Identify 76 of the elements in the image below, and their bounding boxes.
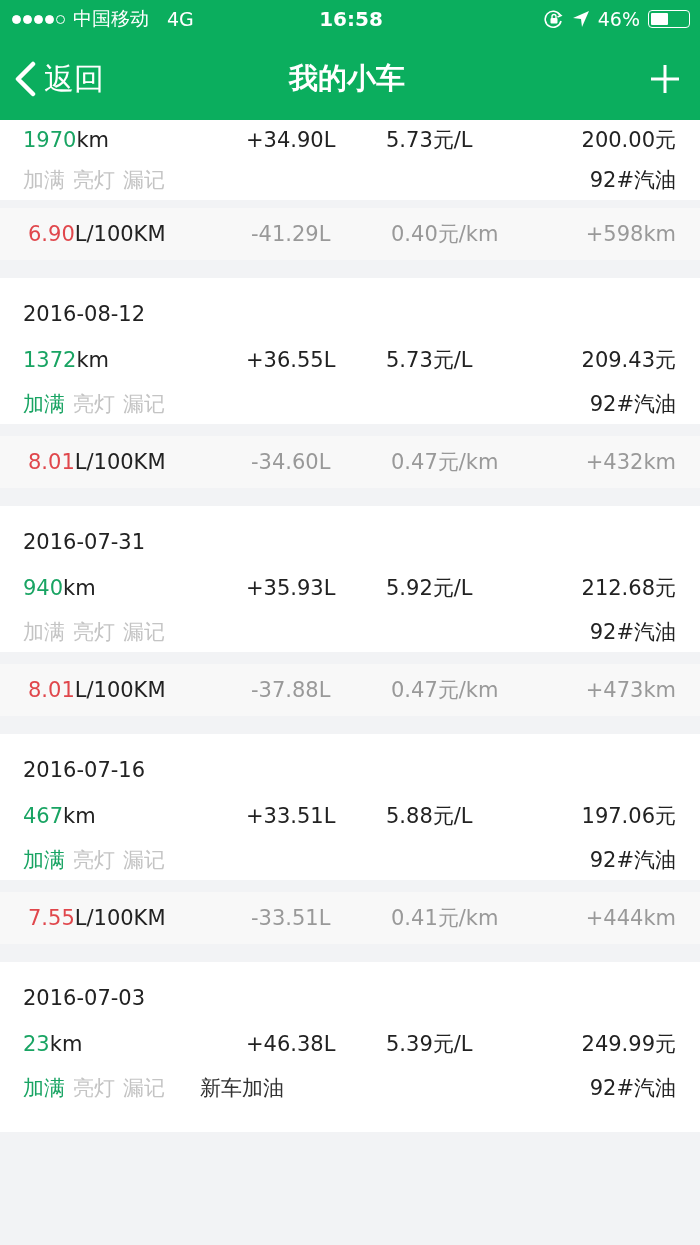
unit-price: 5.92元/L <box>386 575 474 602</box>
fuel-type: 92#汽油 <box>589 1075 676 1102</box>
plus-icon <box>650 64 680 94</box>
fuel-type: 92#汽油 <box>589 391 676 418</box>
distance-text: +598km <box>585 222 676 246</box>
record-date: 2016-07-31 <box>23 529 147 556</box>
record-tag: 加满 <box>23 1074 65 1102</box>
record-card[interactable]: 2016-08-12 1372km +36.55L 5.73元/L 209.43元 加满 亮灯 漏记 92#汽油 <box>0 278 700 424</box>
consumption-text: 7.55L/100KM <box>28 906 167 930</box>
consumption-text: 6.90L/100KM <box>28 222 167 246</box>
record-tag: 漏记 <box>123 390 165 418</box>
cost-per-km: 0.41元/km <box>391 905 500 932</box>
battery-icon <box>648 10 690 28</box>
consumption-text: 8.01L/100KM <box>28 450 167 474</box>
consumption-text: 8.01L/100KM <box>28 678 167 702</box>
record-note: 新车加油 <box>200 1075 284 1102</box>
fuel-amount: 212.68元 <box>581 575 676 602</box>
network-type: 4G <box>167 8 194 30</box>
cost-per-km: 0.47元/km <box>391 449 500 476</box>
fuel-amount: 209.43元 <box>581 347 676 374</box>
volume-difference: -41.29L <box>251 222 332 246</box>
record-tag: 加满 <box>23 390 65 418</box>
record-tag: 亮灯 <box>73 166 115 194</box>
volume-difference: -33.51L <box>251 906 332 930</box>
fuel-volume: +34.90L <box>246 128 337 152</box>
distance-text: +444km <box>585 906 676 930</box>
unit-price: 5.73元/L <box>386 127 474 154</box>
record-tag: 漏记 <box>123 618 165 646</box>
fuel-volume: +33.51L <box>246 804 337 828</box>
record-date: 2016-07-16 <box>23 757 147 784</box>
record-card[interactable]: 2016-07-03 23km +46.38L 5.39元/L 249.99元 加满 亮灯 漏记 新车加油 92#汽油 <box>0 962 700 1132</box>
fuel-amount: 249.99元 <box>581 1031 676 1058</box>
record-tag: 亮灯 <box>73 846 115 874</box>
cost-per-km: 0.40元/km <box>391 221 500 248</box>
record-tag: 加满 <box>23 618 65 646</box>
fuel-amount: 197.06元 <box>581 803 676 830</box>
fuel-type: 92#汽油 <box>589 847 676 874</box>
unit-price: 5.73元/L <box>386 347 474 374</box>
record-tag: 漏记 <box>123 1074 165 1102</box>
page-title: 我的小车 <box>289 60 405 97</box>
distance-text: +473km <box>585 678 676 702</box>
record-tag: 亮灯 <box>73 618 115 646</box>
fuel-volume: +35.93L <box>246 576 337 600</box>
fuel-amount: 200.00元 <box>581 127 676 154</box>
record-tag: 亮灯 <box>73 390 115 418</box>
record-date: 2016-08-12 <box>23 301 147 328</box>
record-card[interactable]: 2016-07-31 940km +35.93L 5.92元/L 212.68元 加满 亮灯 漏记 92#汽油 <box>0 506 700 652</box>
record-date: 2016-07-03 <box>23 985 147 1012</box>
mileage-text: 940km <box>23 576 97 600</box>
volume-difference: -34.60L <box>251 450 332 474</box>
location-arrow-icon <box>571 10 590 28</box>
battery-percent: 46% <box>597 8 640 30</box>
unit-price: 5.88元/L <box>386 803 474 830</box>
record-card[interactable]: 1970km +34.90L 5.73元/L 200.00元 加满 亮灯 漏记 92#汽油 <box>0 120 700 200</box>
fuel-volume: +46.38L <box>246 1032 337 1056</box>
record-tag: 漏记 <box>123 166 165 194</box>
chevron-left-icon <box>14 61 36 97</box>
record-tag: 加满 <box>23 846 65 874</box>
fuel-volume: +36.55L <box>246 348 337 372</box>
mileage-text: 467km <box>23 804 97 828</box>
mileage-text: 1372km <box>23 348 111 372</box>
unit-price: 5.39元/L <box>386 1031 474 1058</box>
carrier-name: 中国移动 <box>73 6 149 31</box>
volume-difference: -37.88L <box>251 678 332 702</box>
cost-per-km: 0.47元/km <box>391 677 500 704</box>
status-time: 16:58 <box>319 7 383 31</box>
record-tag: 漏记 <box>123 846 165 874</box>
rotation-lock-icon <box>543 9 564 29</box>
mileage-text: 23km <box>23 1032 84 1056</box>
record-card[interactable]: 2016-07-16 467km +33.51L 5.88元/L 197.06元 加满 亮灯 漏记 92#汽油 <box>0 734 700 880</box>
distance-text: +432km <box>585 450 676 474</box>
fuel-type: 92#汽油 <box>589 167 676 194</box>
fuel-type: 92#汽油 <box>589 619 676 646</box>
record-tag: 亮灯 <box>73 1074 115 1102</box>
record-tag: 加满 <box>23 166 65 194</box>
mileage-text: 1970km <box>23 128 111 152</box>
